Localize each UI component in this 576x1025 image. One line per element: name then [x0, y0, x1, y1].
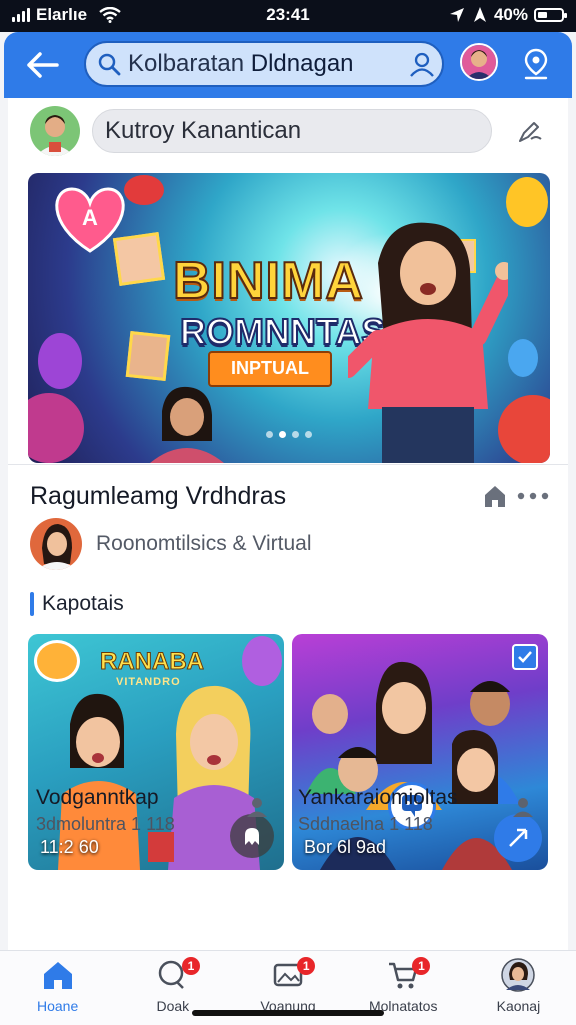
search-query-prefix: Kolbaratan	[128, 50, 245, 77]
hero-title-line1: BINIMA	[172, 251, 364, 311]
user-avatar[interactable]	[30, 106, 80, 156]
search-input[interactable]: Kolbaratan Dldnagan	[84, 41, 444, 87]
carousel-dot[interactable]	[279, 431, 286, 438]
author-avatar[interactable]	[30, 518, 82, 570]
profile-avatar[interactable]	[460, 43, 498, 81]
balloon-red	[124, 175, 164, 205]
divider	[8, 464, 568, 465]
search-icon	[96, 51, 122, 77]
carousel-dot[interactable]	[305, 431, 312, 438]
nav-home[interactable]: Hoane	[0, 951, 115, 1025]
location-button[interactable]	[518, 46, 554, 82]
card1-meta[interactable]: Vodganntkap 3dmoluntra 1 118	[36, 786, 286, 835]
balloon-yellow	[506, 177, 548, 227]
nav-home-label: Hoane	[36, 998, 79, 1014]
location-arrow-icon	[449, 8, 464, 22]
battery-percent: 40%	[493, 5, 528, 24]
home-icon	[38, 957, 78, 993]
hero-child-illustration	[150, 386, 224, 463]
author-name: Roonomtilsics & Virtual	[96, 532, 312, 555]
carousel-dots[interactable]	[28, 431, 550, 438]
battery-icon	[534, 8, 567, 22]
nav-cart-badge: 1	[412, 957, 431, 975]
composer-input[interactable]: Kutroy Kanantican	[92, 109, 492, 153]
hero-banner[interactable]: A BINIMA ROMNNTAS INPTUAL	[28, 173, 550, 463]
post-title[interactable]: Ragumleamg Vrdhdras	[30, 482, 286, 511]
card1-person-icon[interactable]	[244, 794, 270, 820]
status-bar: Elarlıe 23:41 40%	[0, 0, 576, 32]
nav-gallery-badge: 1	[297, 957, 316, 975]
back-button[interactable]	[24, 48, 60, 82]
more-dots-icon[interactable]	[516, 491, 550, 501]
profile-avatar-icon	[498, 957, 538, 993]
hero-person-illustration	[348, 222, 508, 463]
photo-sticker-1	[112, 232, 166, 286]
search-query-bold: Dldnagan	[250, 50, 354, 77]
section-title: Kapotais	[42, 592, 124, 615]
back-arrow-icon	[27, 52, 59, 78]
edit-button[interactable]	[512, 114, 548, 148]
user-outline-icon[interactable]	[402, 50, 442, 78]
carousel-dot[interactable]	[266, 431, 273, 438]
location-pin-icon	[524, 48, 548, 80]
balloon-blue	[508, 339, 538, 377]
balloon-left	[38, 333, 82, 389]
carousel-dot[interactable]	[292, 431, 299, 438]
home-indicator[interactable]	[192, 1010, 384, 1016]
status-right: 40%	[448, 5, 567, 25]
app-bar: Kolbaratan Dldnagan	[4, 32, 572, 98]
nav-profile[interactable]: Kaonaj	[461, 951, 576, 1025]
card2-badge: Bor 6l 9ad	[304, 837, 387, 857]
section-header: Kapotais	[30, 592, 124, 616]
post-actions	[482, 484, 550, 508]
home-icon[interactable]	[482, 484, 508, 508]
post-composer: Kutroy Kanantican	[8, 98, 568, 164]
edit-icon	[519, 122, 542, 142]
card1-badge: 11:2 60	[40, 837, 99, 857]
section-accent-bar	[30, 592, 34, 616]
nav-chat-badge: 1	[182, 957, 201, 975]
post-author[interactable]: Roonomtilsics & Virtual	[30, 518, 312, 570]
hero-ribbon: INPTUAL	[208, 351, 332, 387]
card2-person-icon[interactable]	[510, 794, 536, 820]
alarm-arrow-icon	[473, 7, 486, 22]
svg-text:A: A	[82, 205, 98, 230]
search-query: Kolbaratan Dldnagan	[128, 50, 402, 78]
fruit-left	[28, 393, 84, 463]
card2-meta[interactable]: Yankaraiomioltas Sddnaelna 1 118	[298, 786, 548, 835]
nav-profile-label: Kaonaj	[496, 998, 541, 1014]
photo-sticker-2	[125, 331, 171, 381]
